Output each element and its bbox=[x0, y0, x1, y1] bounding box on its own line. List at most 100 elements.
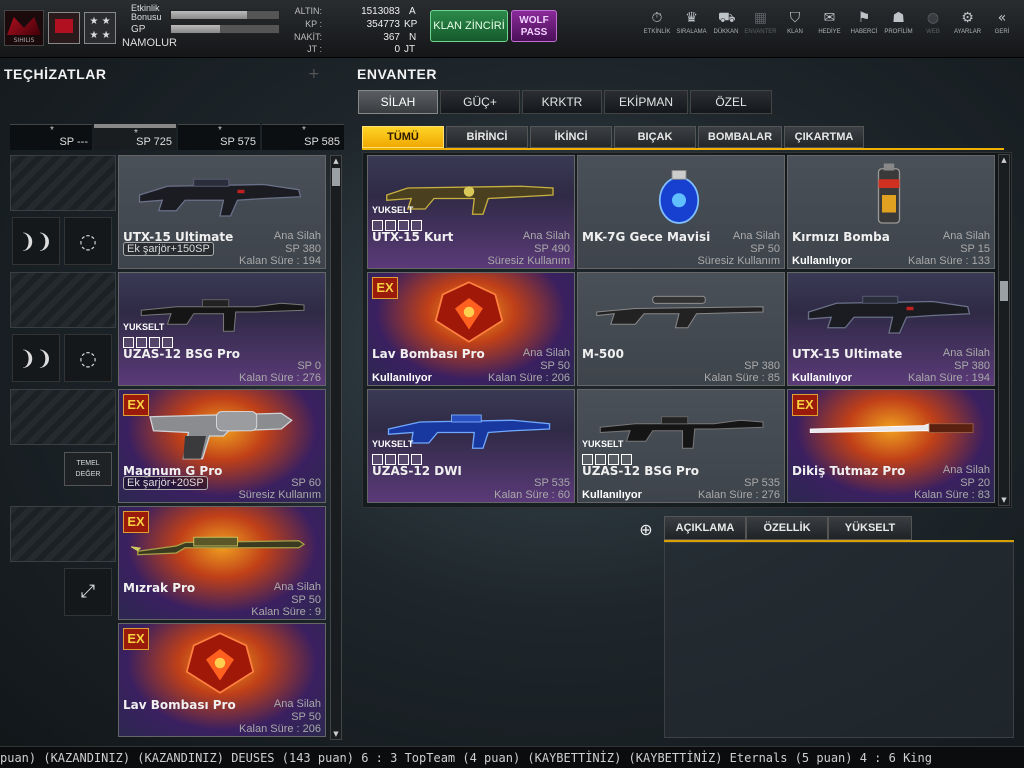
reload-icon[interactable]: ❩❩ bbox=[12, 217, 60, 265]
plus-icon: + bbox=[308, 66, 320, 82]
yukselt-slots bbox=[123, 333, 175, 348]
weapon-image bbox=[129, 511, 309, 585]
slot-empty[interactable] bbox=[10, 272, 116, 328]
jt-label: JT : bbox=[307, 44, 322, 54]
item-category: Ana Silah bbox=[522, 230, 570, 242]
equipment-scrollbar[interactable]: ▲ ▼ bbox=[330, 155, 342, 740]
kp-value: 354773 bbox=[366, 19, 400, 30]
inventory-item[interactable]: Kırmızı Bomba Ana Silah SP 15 Kullanılıyor K… bbox=[787, 155, 995, 269]
nakit-label: NAKİT: bbox=[293, 32, 322, 42]
clan-logo: SIHILIS bbox=[4, 10, 44, 46]
time-remaining: Kalan Süre : 85 bbox=[704, 372, 780, 384]
nav-3[interactable]: ⛟ DÜKKAN bbox=[707, 10, 745, 50]
kp-unit: KP bbox=[404, 19, 418, 30]
nav-5[interactable]: ⛉ KLAN bbox=[776, 10, 814, 50]
nav-2[interactable]: ♛ SIRALAMA bbox=[673, 10, 711, 50]
item-name: Kırmızı Bomba bbox=[792, 230, 890, 244]
jt-unit: JT bbox=[404, 44, 416, 55]
slot-empty[interactable] bbox=[10, 155, 116, 211]
desc-tab-2[interactable]: ÖZELLİK bbox=[746, 516, 828, 540]
item-sp: SP 535 bbox=[744, 477, 780, 489]
nav-4[interactable]: ▦ ENVANTER bbox=[742, 10, 780, 50]
inventory-item[interactable]: YUKSELT UZAS-12 DWI SP 535 Kalan Süre : 60 bbox=[367, 389, 575, 503]
match-ticker: puan) (KAZANDINIZ) (KAZANDINIZ) DEUSES (… bbox=[0, 746, 1024, 768]
item-category: Ana Silah bbox=[273, 581, 321, 593]
inventory-item[interactable]: YUKSELT UZAS-12 BSG Pro SP 535 Kullanılıyor… bbox=[577, 389, 785, 503]
item-category: Ana Silah bbox=[942, 347, 990, 359]
slot-empty[interactable] bbox=[10, 389, 116, 445]
sp-tab-star: * bbox=[50, 125, 54, 136]
inventory-item[interactable]: UTX-15 Ultimate Ana Silah SP 380 Kullanılıy… bbox=[787, 272, 995, 386]
inventory-scrollbar[interactable]: ▲ ▼ bbox=[998, 154, 1010, 506]
nav-7[interactable]: ⚑ HABERCİ bbox=[845, 10, 883, 50]
main-tab-3[interactable]: KRKTR bbox=[522, 90, 602, 114]
equipped-card[interactable]: EX Mızrak Pro Ana Silah SP 50 Kalan Süre : 9 bbox=[118, 506, 326, 620]
temel-deger-button[interactable]: TEMEL DEĞER bbox=[64, 452, 112, 486]
sp-tab-star: * bbox=[302, 125, 306, 136]
main-tab-5[interactable]: ÖZEL bbox=[690, 90, 772, 114]
nav-10[interactable]: ⚙ AYARLAR bbox=[949, 10, 987, 50]
item-name: Lav Bombası Pro bbox=[372, 347, 485, 361]
time-remaining: Süresiz Kullanım bbox=[697, 255, 780, 267]
weapon-image bbox=[131, 394, 309, 468]
altin-value: 1513083 bbox=[361, 6, 400, 17]
reload-icon[interactable]: ❩❩ bbox=[12, 334, 60, 382]
equipped-card[interactable]: EX Magnum G Pro SP 60 Ek şarjör+20SP Süresiz… bbox=[118, 389, 326, 503]
item-sp: SP 50 bbox=[291, 711, 321, 723]
nav-label: WEB bbox=[926, 29, 940, 35]
inventory-item[interactable]: EX Dikiş Tutmaz Pro Ana Silah SP 20 Kalan Sü… bbox=[787, 389, 995, 503]
yukselt-label: YUKSELT bbox=[372, 205, 414, 215]
ex-badge: EX bbox=[372, 277, 398, 299]
slot-empty[interactable] bbox=[10, 506, 116, 562]
sub-tab-3[interactable]: İKİNCİ bbox=[530, 126, 612, 148]
nav-9[interactable]: ◍ WEB bbox=[914, 10, 952, 50]
inventory-item[interactable]: EX Lav Bombası Pro Ana Silah SP 50 Kullanılı… bbox=[367, 272, 575, 386]
sub-tab-5[interactable]: BOMBALAR bbox=[698, 126, 782, 148]
sp-tab-2[interactable]: * SP 725 bbox=[94, 124, 176, 150]
nav-11[interactable]: « GERİ bbox=[983, 10, 1021, 50]
nav-8[interactable]: ☗ PROFİLİM bbox=[880, 10, 918, 50]
item-name: M-500 bbox=[582, 347, 624, 361]
inventory-item[interactable]: MK-7G Gece Mavisi Ana Silah SP 50 Süresiz K… bbox=[577, 155, 785, 269]
item-category: Ana Silah bbox=[522, 347, 570, 359]
sub-tab-1[interactable]: TÜMÜ bbox=[362, 126, 444, 148]
sub-tab-2[interactable]: BİRİNCİ bbox=[446, 126, 528, 148]
sp-tab-1[interactable]: * SP --- bbox=[10, 124, 92, 150]
equipped-card[interactable]: YUKSELT UZAS-12 BSG Pro SP 0 Kalan Süre : 2… bbox=[118, 272, 326, 386]
equipped-card[interactable]: EX Lav Bombası Pro Ana Silah SP 50 Kalan Sür… bbox=[118, 623, 326, 737]
expand-icon[interactable]: ⤢ bbox=[64, 568, 112, 616]
nav-6[interactable]: ✉ HEDİYE bbox=[811, 10, 849, 50]
equipped-card[interactable]: UTX-15 Ultimate Ana Silah SP 380 Ek şarjör+… bbox=[118, 155, 326, 269]
crosshair-icon[interactable]: ◌ bbox=[64, 217, 112, 265]
nav-1[interactable]: ⏱ ETKİNLİK bbox=[638, 10, 676, 50]
inventory-item[interactable]: YUKSELT UTX-15 Kurt Ana Silah SP 490 Süresiz… bbox=[367, 155, 575, 269]
nav-icon: ☗ bbox=[892, 10, 905, 26]
ex-badge: EX bbox=[123, 511, 149, 533]
weapon-image bbox=[131, 628, 309, 702]
zoom-icon[interactable]: ⊕ bbox=[636, 520, 656, 540]
techizatlar-title: TEÇHİZATLAR bbox=[4, 66, 107, 82]
item-category: Ana Silah bbox=[942, 464, 990, 476]
inventory-item[interactable]: M-500 SP 380 Kalan Süre : 85 bbox=[577, 272, 785, 386]
etkinlik-label: Etkinlik Bonusu bbox=[131, 3, 162, 22]
weapon-image bbox=[800, 277, 978, 351]
sp-tab-3[interactable]: * SP 575 bbox=[178, 124, 260, 150]
altin-label: ALTIN: bbox=[294, 6, 322, 16]
in-use-label: Kullanılıyor bbox=[582, 489, 642, 501]
time-remaining: Kalan Süre : 276 bbox=[239, 372, 321, 384]
nav-icon: ✉ bbox=[823, 10, 836, 26]
item-sp: SP 0 bbox=[297, 360, 321, 372]
sub-tab-6[interactable]: ÇIKARTMA bbox=[784, 126, 864, 148]
klan-zinciri-button[interactable]: KLAN ZİNCİRİ bbox=[430, 10, 508, 42]
desc-tab-1[interactable]: AÇIKLAMA bbox=[664, 516, 746, 540]
time-remaining: Kalan Süre : 206 bbox=[488, 372, 570, 384]
sub-tab-4[interactable]: BIÇAK bbox=[614, 126, 696, 148]
main-tab-4[interactable]: EKİPMAN bbox=[604, 90, 688, 114]
desc-tab-3[interactable]: YÜKSELT bbox=[828, 516, 912, 540]
wolf-pass-button[interactable]: WOLF PASS bbox=[511, 10, 557, 42]
crosshair-icon[interactable]: ◌ bbox=[64, 334, 112, 382]
main-tab-2[interactable]: GÜÇ+ bbox=[440, 90, 520, 114]
weapon-image bbox=[590, 277, 768, 351]
sp-tab-4[interactable]: * SP 585 bbox=[262, 124, 344, 150]
main-tab-1[interactable]: SİLAH bbox=[358, 90, 438, 114]
